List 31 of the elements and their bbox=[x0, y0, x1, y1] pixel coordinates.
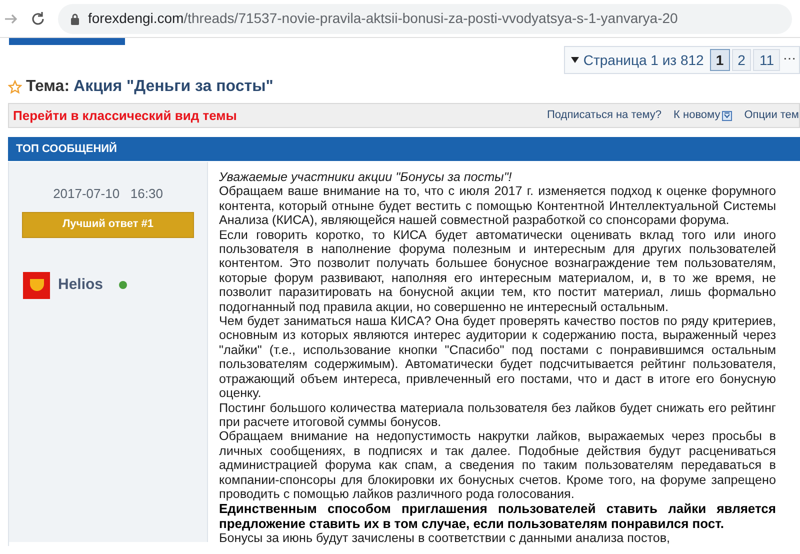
page-link[interactable]: 2 bbox=[732, 49, 752, 71]
post-paragraph: Чем будет заниматься наша КИСА? Она будет проверять качество постов по ряду критериев, основным из которых являются интерес аудитории к содержанию поста, выраженный через "лайки" (т.е., использование кнопки "Спасибо" под постами с понравившимся остальным пользователям содержимым). Автоматически будет подсчитывается рейтинг пользователя, отражающий объем интереса, привлеченный его постами, что и даст в итоге его бонусную оценку. bbox=[219, 314, 776, 400]
section-header: ТОП СООБЩЕНИЙ bbox=[8, 137, 800, 161]
best-answer-badge: Лучший ответ #1 bbox=[22, 212, 194, 238]
classic-view-link[interactable]: Перейти в классический вид темы bbox=[13, 106, 237, 126]
lock-icon bbox=[70, 12, 80, 24]
thread-label: Тема: bbox=[26, 77, 70, 97]
post-paragraph: Если говорить коротко, то КИСА будет автоматически оценивать вклад того или иного пользователя в наполнение форума полезным и интересным для других пользователей контентом. Это позволит получать большее бонусное вознаграждение тем пользователям, которые форум развивают, наполняя его интересным материалом, и, в то же время, не позволит паразитировать на бонусной акции тем, кто постит материал, лишь формально подогнанный под правила акции, но совершенно не интересный остальным. bbox=[219, 228, 776, 314]
star-icon[interactable] bbox=[8, 80, 22, 94]
post-paragraph: Постинг большого количества материала пользователя без лайков будет снижать его рейтинг при расчете итоговой суммы бонусов. bbox=[219, 400, 776, 430]
post-paragraph: Обращаем внимание на недопустимость накрутки лайков, выражаемых через просьбы в личных сообщениях, в подписях и так далее. Подобные действия будут расцениваться администрацией форума как спам, а сведения по таким пользователям передаваться в компании-спонсоры для блокировки их бонусных счетов. Кроме того, на форуме запрещено проводить с помощью лайков различного рода голосования. bbox=[219, 429, 776, 502]
author-name[interactable]: Helios bbox=[58, 274, 104, 296]
toolbar-link[interactable]: Подписаться на тему? bbox=[547, 107, 662, 124]
avatar[interactable] bbox=[23, 272, 50, 298]
page-selector[interactable]: Страница 1 из 812 bbox=[567, 49, 708, 71]
page-link[interactable]: 11 bbox=[753, 49, 780, 71]
toolbar-link[interactable]: К новому bbox=[674, 107, 732, 124]
more-pages[interactable]: ⋯ bbox=[782, 49, 797, 71]
page-link[interactable]: 1 bbox=[710, 49, 730, 71]
thread-title: Акция "Деньги за посты" bbox=[74, 77, 274, 97]
caret-icon bbox=[571, 57, 580, 63]
forward-icon[interactable] bbox=[4, 12, 18, 26]
post-paragraph: Единственным способом приглашения пользователей ставить лайки является предложение ставить их в том случае, если пользователям понравился пост. bbox=[219, 501, 776, 532]
post-paragraph: Обращаем ваше внимание на то, что с июля 2017 г. изменяется подход к оценке форумного контента, который отныне будет вестить с помощью Контентной Интеллектуальной Системы Анализа (КИСА), являющейся нашей совместной разработкой со спонсорами форума. bbox=[219, 184, 776, 228]
toolbar-link[interactable]: Опции тем bbox=[744, 107, 799, 124]
address-bar[interactable]: forexdengi.com/threads/71537-novie-pravila-aktsii-bonusi-za-posti-vvodyatsya-s-1-yanvarya-20 bbox=[58, 4, 792, 34]
reload-icon[interactable] bbox=[30, 10, 46, 26]
post-paragraph: Уважаемые участники акции "Бонусы за посты"! bbox=[219, 170, 513, 184]
post-paragraph: Бонусы за июнь будут зачислены в соответствии с данными анализа постов, bbox=[219, 531, 672, 546]
jump-down-icon bbox=[722, 110, 732, 120]
post-date: 2017-07-10 16:30 bbox=[53, 185, 163, 203]
